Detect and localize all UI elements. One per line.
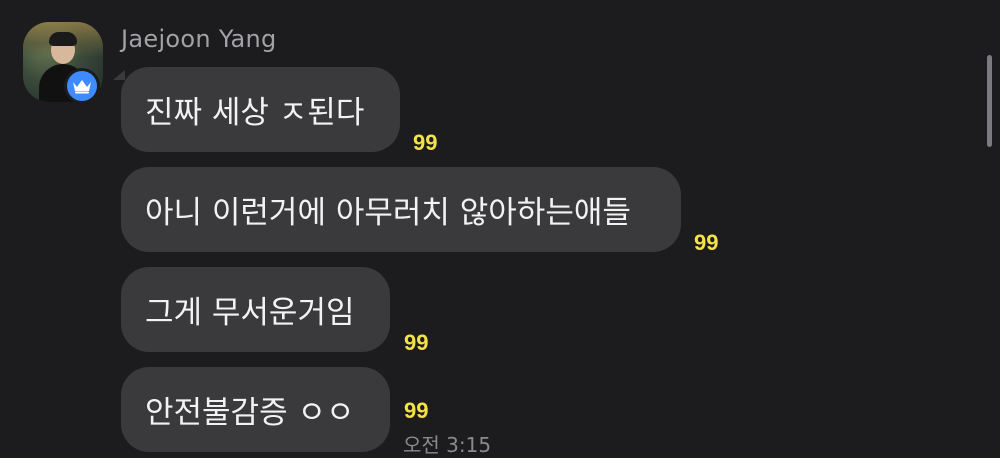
unread-count-2: 99 (694, 230, 719, 255)
unread-count-4: 99 (404, 398, 429, 423)
avatar-hair (49, 32, 77, 46)
message-bubble-3[interactable]: 그게 무서운거임 (121, 267, 390, 352)
crown-icon-svg (73, 80, 91, 94)
message-text-4: 안전불감증 ㅇㅇ (145, 395, 355, 431)
unread-count-1: 99 (413, 130, 438, 155)
message-bubble-1[interactable]: 진짜 세상 ㅈ된다 (121, 67, 400, 152)
message-bubble-2[interactable]: 아니 이런거에 아무러치 않아하는애들 (121, 167, 681, 252)
message-text-1: 진짜 세상 ㅈ된다 (145, 95, 365, 131)
bubble-tail (113, 70, 125, 80)
unread-count-3: 99 (404, 330, 429, 355)
message-bubble-4[interactable]: 안전불감증 ㅇㅇ (121, 367, 390, 452)
message-text-2: 아니 이런거에 아무러치 않아하는애들 (145, 195, 631, 231)
message-timestamp: 오전 3:15 (403, 433, 492, 457)
crown-icon (64, 68, 100, 104)
sender-name: Jaejoon Yang (121, 25, 277, 53)
scrollbar[interactable] (987, 55, 992, 147)
message-text-3: 그게 무서운거임 (145, 295, 355, 331)
